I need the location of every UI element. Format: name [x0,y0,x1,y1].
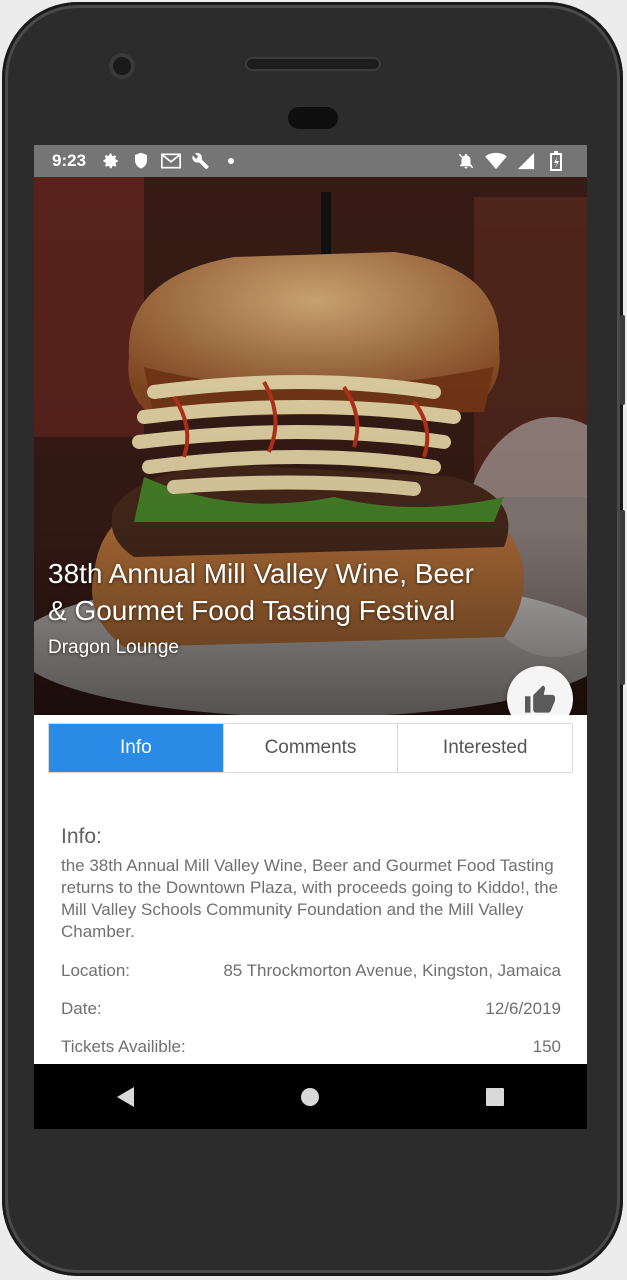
back-icon [117,1086,135,1107]
signal-icon [515,150,537,172]
info-heading: Info: [61,825,102,848]
tickets-row: Tickets Availible: 150 [61,1037,561,1057]
tab-interested[interactable]: Interested [397,724,572,772]
mute-icon [455,150,477,172]
app-screen: 9:23 38th Annual Mill Valley Wine, Beer … [34,145,587,1129]
wifi-icon [485,150,507,172]
date-value: 12/6/2019 [485,999,561,1018]
home-button[interactable] [280,1072,340,1122]
mail-icon [160,150,182,172]
info-panel: Info: the 38th Annual Mill Valley Wine, … [61,825,561,1057]
tickets-label: Tickets Availible: [61,1037,186,1056]
event-tabs: Info Comments Interested [48,723,573,773]
location-label: Location: [61,961,130,980]
front-camera [109,53,135,79]
event-venue: Dragon Lounge [48,637,179,658]
date-row: Date: 12/6/2019 [61,999,561,1019]
shield-icon [130,150,152,172]
status-bar: 9:23 [34,145,587,177]
recents-icon [485,1087,504,1106]
recents-button[interactable] [465,1072,525,1122]
tab-info[interactable]: Info [49,724,223,772]
event-title: 38th Annual Mill Valley Wine, Beer & Gou… [48,558,474,626]
proximity-sensor [288,107,338,129]
battery-icon [545,150,567,172]
back-button[interactable] [96,1072,156,1122]
info-description: the 38th Annual Mill Valley Wine, Beer a… [61,856,559,941]
volume-button [620,315,625,405]
thumbs-up-icon [525,685,555,713]
location-value: 85 Throckmorton Avenue, Kingston, Jamaic… [223,961,561,980]
tab-comments[interactable]: Comments [222,724,398,772]
gear-icon [100,150,122,172]
status-time: 9:23 [52,151,87,170]
power-button [620,510,625,685]
earpiece-speaker [245,57,381,71]
dot-icon [220,150,242,172]
wrench-icon [190,150,212,172]
event-title-block: 38th Annual Mill Valley Wine, Beer & Gou… [48,555,488,659]
location-row: Location: 85 Throckmorton Avenue, Kingst… [61,961,561,981]
home-icon [301,1087,320,1106]
event-hero-image: 38th Annual Mill Valley Wine, Beer & Gou… [34,177,587,715]
tickets-value: 150 [532,1037,561,1056]
date-label: Date: [61,999,102,1018]
system-nav-bar [34,1064,587,1129]
